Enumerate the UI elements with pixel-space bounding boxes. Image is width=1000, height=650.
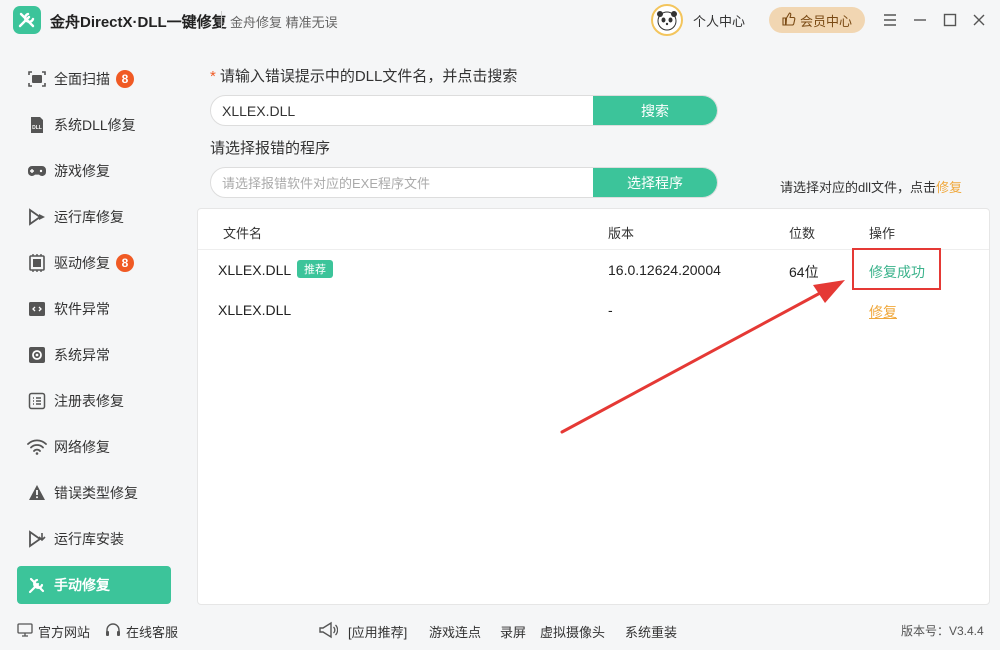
online-service-link[interactable]: 在线客服: [105, 622, 178, 641]
title-divider: [221, 11, 222, 29]
megaphone-icon: [318, 621, 338, 639]
sidebar-item-label: 错误类型修复: [54, 485, 138, 501]
sidebar-item-game-repair[interactable]: 游戏修复: [17, 152, 171, 190]
sidebar-item-system-error[interactable]: 系统异常: [17, 336, 171, 374]
app-recommend-label: [应用推荐]: [348, 625, 408, 640]
sidebar-item-runtime-repair[interactable]: 运行库修复: [17, 198, 171, 236]
vip-center-label: 会员中心: [799, 13, 852, 29]
footer-link-virtual-camera[interactable]: 虚拟摄像头: [540, 622, 605, 641]
wrench-icon: [27, 575, 47, 595]
close-icon[interactable]: [969, 10, 989, 30]
repair-hint: 请选择对应的dll文件，点击修复: [780, 177, 962, 196]
column-header-action: 操作: [869, 226, 896, 241]
program-path-input[interactable]: [211, 168, 593, 197]
list-icon: [27, 391, 47, 411]
official-website-link[interactable]: 官方网站: [17, 622, 90, 641]
sidebar-item-label: 全面扫描: [54, 71, 110, 87]
maximize-icon[interactable]: [940, 10, 960, 30]
sidebar-item-runtime-install[interactable]: 运行库安装: [17, 520, 171, 558]
app-title: 金舟DirectX·DLL一键修复: [50, 14, 227, 31]
monitor-icon: [17, 623, 33, 640]
count-badge: 8: [116, 254, 134, 272]
sidebar-item-driver-repair[interactable]: 驱动修复 8: [17, 244, 171, 282]
search-title: * 请输入错误提示中的DLL文件名，并点击搜索: [210, 65, 517, 86]
row-1-filename: XLLEX.DLL: [218, 262, 292, 278]
vip-center-button[interactable]: 会员中心: [769, 7, 865, 33]
annotation-highlight-box: [852, 248, 941, 290]
sidebar-item-system-dll[interactable]: DLL 系统DLL修复: [17, 106, 171, 144]
code-icon: [27, 299, 47, 319]
user-center-label: 个人中心: [693, 13, 746, 29]
sidebar-item-label: 驱动修复: [54, 255, 110, 271]
version-label: 版本号：V3.4.4: [901, 624, 984, 638]
search-button[interactable]: 搜索: [593, 96, 717, 125]
sidebar-item-error-type-repair[interactable]: 错误类型修复: [17, 474, 171, 512]
program-title: 请选择报错的程序: [210, 140, 331, 157]
repair-link[interactable]: 修复: [869, 302, 897, 322]
gear-icon: [27, 345, 47, 365]
app-slogan: 金舟修复 精准无误: [230, 15, 338, 30]
footer-link-system-reinstall[interactable]: 系统重装: [625, 622, 677, 641]
sidebar-item-label: 手动修复: [54, 577, 110, 593]
warning-icon: [27, 483, 47, 503]
row-1-version: 16.0.12624.20004: [608, 262, 721, 278]
hint-repair-link: 修复: [936, 180, 963, 195]
wifi-icon: [27, 437, 47, 457]
sidebar-item-label: 运行库修复: [54, 209, 124, 225]
official-website-label: 官方网站: [38, 625, 91, 640]
svg-text:DLL: DLL: [32, 125, 42, 131]
app-logo-icon: [13, 6, 41, 34]
column-header-name: 文件名: [223, 226, 263, 241]
online-service-label: 在线客服: [126, 625, 179, 640]
user-center-button[interactable]: 个人中心: [651, 4, 745, 36]
sidebar-item-label: 注册表修复: [54, 393, 124, 409]
footer-link-game-clicker[interactable]: 游戏连点: [429, 622, 481, 641]
required-star: *: [210, 68, 216, 85]
row-2-version: -: [608, 302, 613, 318]
column-header-version: 版本: [608, 226, 635, 241]
scan-icon: [27, 69, 47, 89]
dll-search-input[interactable]: [211, 96, 593, 125]
dll-search-box: 搜索: [210, 95, 718, 126]
sidebar-item-label: 系统DLL修复: [54, 117, 136, 133]
sidebar-item-registry-repair[interactable]: 注册表修复: [17, 382, 171, 420]
headset-icon: [105, 622, 121, 641]
sidebar-item-label: 网络修复: [54, 439, 110, 455]
dll-icon: DLL: [27, 115, 47, 135]
row-2-filename: XLLEX.DLL: [218, 302, 292, 318]
count-badge: 8: [116, 70, 134, 88]
footer: 官方网站 在线客服 [应用推荐] 游戏连点 录屏 虚拟摄像头 系统重装 版本号：…: [0, 612, 1000, 650]
hint-text: 请选择对应的dll文件，点击: [780, 180, 937, 195]
minimize-icon[interactable]: [910, 10, 930, 30]
runtime-icon: [27, 207, 47, 227]
recommended-tag: 推荐: [297, 260, 333, 278]
sidebar-item-software-error[interactable]: 软件异常: [17, 290, 171, 328]
sidebar-item-label: 软件异常: [54, 301, 110, 317]
search-title-text: 请输入错误提示中的DLL文件名，并点击搜索: [219, 68, 518, 85]
sidebar-item-label: 游戏修复: [54, 163, 110, 179]
driver-icon: [27, 253, 47, 273]
row-1-bits: 64位: [789, 264, 819, 280]
sidebar-item-label: 运行库安装: [54, 531, 124, 547]
sidebar-item-network-repair[interactable]: 网络修复: [17, 428, 171, 466]
sidebar-item-label: 系统异常: [54, 347, 110, 363]
dll-results-table: 文件名 版本 位数 操作 XLLEX.DLL 推荐 16.0.12624.200…: [197, 208, 990, 605]
panda-avatar-icon: [651, 4, 683, 36]
sidebar-item-manual-repair[interactable]: 手动修复: [17, 566, 171, 604]
install-icon: [27, 529, 47, 549]
thumbs-up-icon: [782, 11, 796, 29]
sidebar-item-full-scan[interactable]: 全面扫描 8: [17, 60, 171, 98]
gamepad-icon: [27, 161, 47, 181]
footer-link-screen-record[interactable]: 录屏: [500, 622, 526, 641]
program-select-box: 选择程序: [210, 167, 718, 198]
column-header-bits: 位数: [789, 226, 816, 241]
title-bar: 金舟DirectX·DLL一键修复 金舟修复 精准无误 个人中心 会员中心: [0, 0, 1000, 40]
menu-icon[interactable]: [880, 10, 900, 30]
select-program-button[interactable]: 选择程序: [593, 168, 717, 197]
